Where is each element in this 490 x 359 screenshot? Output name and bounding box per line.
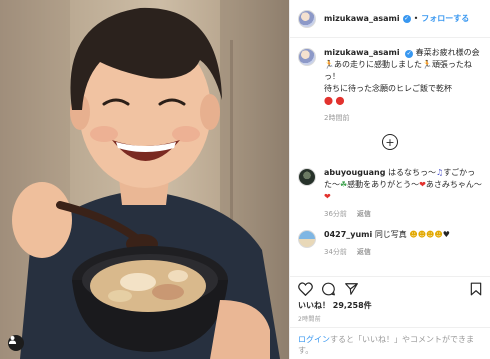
post-header: mizukawa_asami ✓ • フォローする	[290, 0, 490, 38]
runner-emoji-icon: 🏃	[421, 60, 432, 69]
separator-dot: •	[413, 14, 419, 23]
heart-emoji-icon: ♥	[442, 230, 450, 239]
heart-icon[interactable]	[298, 282, 313, 296]
post-footer: いいね！ 29,258件 2時間前	[290, 276, 490, 323]
comments-list[interactable]: mizukawa_asami ✓ 春菜お疲れ様の会 🏃あの走りに感動しました🏃頑…	[290, 38, 490, 276]
runner-emoji-icon: 🏃	[324, 60, 334, 69]
heart-emoji-icon: ❤	[419, 180, 426, 189]
photo-illustration	[0, 0, 289, 359]
author-username[interactable]: mizukawa_asami	[324, 14, 400, 23]
post-side-panel: mizukawa_asami ✓ • フォローする mizukawa_asami…	[289, 0, 490, 359]
caption-avatar[interactable]	[298, 48, 316, 66]
load-more: +	[290, 124, 490, 158]
caption-timestamp[interactable]: 2時間前	[324, 114, 349, 122]
action-bar	[290, 277, 490, 298]
caption-text-4: 待ちに待った念願のヒレご飯で乾杯	[324, 84, 452, 93]
heart-emoji-icon: ❤	[324, 192, 331, 201]
comment-icon[interactable]	[321, 282, 336, 296]
commenter-username[interactable]: 0427_yumi	[324, 230, 372, 239]
verified-badge-icon: ✓	[405, 50, 414, 58]
commenter-avatar[interactable]	[298, 168, 316, 186]
comment-text: あさみちゃん～	[425, 180, 482, 189]
user-tag-icon[interactable]	[8, 335, 24, 351]
caption-text-1: 春菜お疲れ様の会	[415, 48, 480, 57]
caption-text-2: あの走りに感動しました	[333, 60, 422, 69]
red-circle-emoji-icon: ⬤	[324, 96, 333, 105]
plus-circle-icon[interactable]: +	[382, 134, 398, 150]
author-avatar[interactable]	[298, 9, 316, 28]
comment-item: abuyouguang はるなちっ～♫すごかった～☘感動をありがとう～❤あさみち…	[290, 158, 490, 220]
instagram-post: mizukawa_asami ✓ • フォローする mizukawa_asami…	[0, 0, 490, 359]
commenter-avatar[interactable]	[298, 230, 316, 248]
post-photo[interactable]	[0, 0, 289, 359]
likes-label: いいね！	[298, 301, 330, 310]
verified-badge-icon: ✓	[402, 14, 411, 23]
reply-button[interactable]: 返信	[357, 210, 371, 218]
login-link[interactable]: ログイン	[298, 335, 330, 344]
follow-button[interactable]: フォローする	[421, 13, 469, 24]
comment-text: はるなちっ～	[388, 168, 437, 177]
comment-text: 同じ写真	[374, 230, 407, 239]
login-prompt: ログインすると「いいね！」やコメントができます。	[290, 327, 490, 356]
bookmark-icon[interactable]	[470, 282, 482, 296]
caption-username[interactable]: mizukawa_asami	[324, 48, 400, 57]
comment-timestamp[interactable]: 36分前	[324, 210, 347, 218]
post-date[interactable]: 2時間前	[290, 311, 490, 323]
share-icon[interactable]	[344, 282, 359, 296]
comment-item: 0427_yumi 同じ写真 ☻☻☻☻♥ 34分前 返信	[290, 220, 490, 258]
red-circle-emoji-icon: ⬤	[335, 96, 345, 105]
likes-count[interactable]: いいね！ 29,258件	[290, 298, 490, 311]
grinning-emoji-icon: ☻☻☻☻	[409, 230, 443, 239]
likes-number: 29,258件	[332, 301, 372, 310]
comment-text: 感動をありがとう～	[347, 180, 420, 189]
comment-timestamp[interactable]: 34分前	[324, 248, 347, 256]
user-silhouette-icon	[8, 335, 17, 344]
commenter-username[interactable]: abuyouguang	[324, 168, 385, 177]
caption: mizukawa_asami ✓ 春菜お疲れ様の会 🏃あの走りに感動しました🏃頑…	[290, 38, 490, 124]
reply-button[interactable]: 返信	[357, 248, 371, 256]
